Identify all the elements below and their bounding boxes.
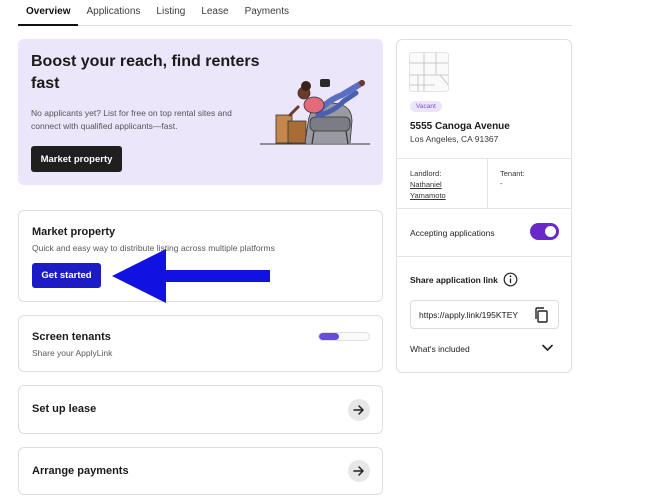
divider: [397, 158, 571, 159]
card-title: Market property: [32, 226, 116, 238]
divider: [397, 256, 571, 257]
progress-bar: [318, 332, 370, 341]
application-link-field[interactable]: https://apply.link/195KTEY: [410, 300, 559, 329]
arrow-right-icon[interactable]: [348, 399, 370, 421]
accepting-applications-toggle[interactable]: [530, 223, 559, 240]
annotation-arrow-icon: [112, 249, 270, 303]
divider: [397, 208, 571, 209]
accepting-applications-label: Accepting applications: [410, 228, 495, 238]
card-title: Arrange payments: [32, 465, 129, 477]
toggle-knob: [545, 226, 556, 237]
hero-banner: Boost your reach, find renters fast No a…: [18, 39, 383, 185]
tab-bar: Overview Applications Listing Lease Paym…: [18, 0, 572, 26]
tab-applications[interactable]: Applications: [78, 0, 148, 26]
share-link-label: Share application link: [410, 275, 498, 285]
application-link-text: https://apply.link/195KTEY: [419, 310, 519, 320]
get-started-button[interactable]: Get started: [32, 263, 101, 288]
chevron-down-icon[interactable]: [542, 344, 553, 352]
status-badge: Vacant: [410, 101, 442, 112]
divider: [487, 158, 488, 208]
card-title: Set up lease: [32, 403, 97, 415]
card-title: Screen tenants: [32, 331, 111, 343]
market-property-button[interactable]: Market property: [31, 146, 122, 172]
tab-payments[interactable]: Payments: [237, 0, 297, 26]
hero-title: Boost your reach, find renters fast: [31, 53, 260, 92]
progress-fill: [319, 333, 339, 340]
address-line1: 5555 Canoga Avenue: [410, 121, 510, 132]
whats-included-label[interactable]: What's included: [410, 344, 470, 354]
tab-lease[interactable]: Lease: [193, 0, 236, 26]
arrow-right-icon[interactable]: [348, 460, 370, 482]
set-up-lease-card[interactable]: Set up lease: [18, 385, 383, 434]
copy-icon[interactable]: [533, 306, 550, 324]
tenant-label: Tenant:: [500, 169, 525, 178]
landlord-name-link[interactable]: Nathaniel Yamamoto: [410, 179, 470, 201]
card-subtitle: Share your ApplyLink: [32, 348, 113, 358]
arrange-payments-card[interactable]: Arrange payments: [18, 447, 383, 495]
property-panel: Vacant 5555 Canoga Avenue Los Angeles, C…: [396, 39, 572, 373]
screen-tenants-card[interactable]: Screen tenants Share your ApplyLink: [18, 315, 383, 372]
tab-overview[interactable]: Overview: [18, 0, 79, 26]
tenant-value: -: [500, 179, 503, 188]
address-line2: Los Angeles, CA 91367: [410, 134, 499, 144]
tab-listing[interactable]: Listing: [148, 0, 193, 26]
person-relaxing-illustration: [260, 79, 370, 145]
landlord-label: Landlord:: [410, 169, 442, 178]
map-thumbnail: [409, 52, 449, 92]
info-circle-icon[interactable]: [503, 272, 518, 287]
hero-description: No applicants yet? List for free on top …: [31, 108, 232, 131]
